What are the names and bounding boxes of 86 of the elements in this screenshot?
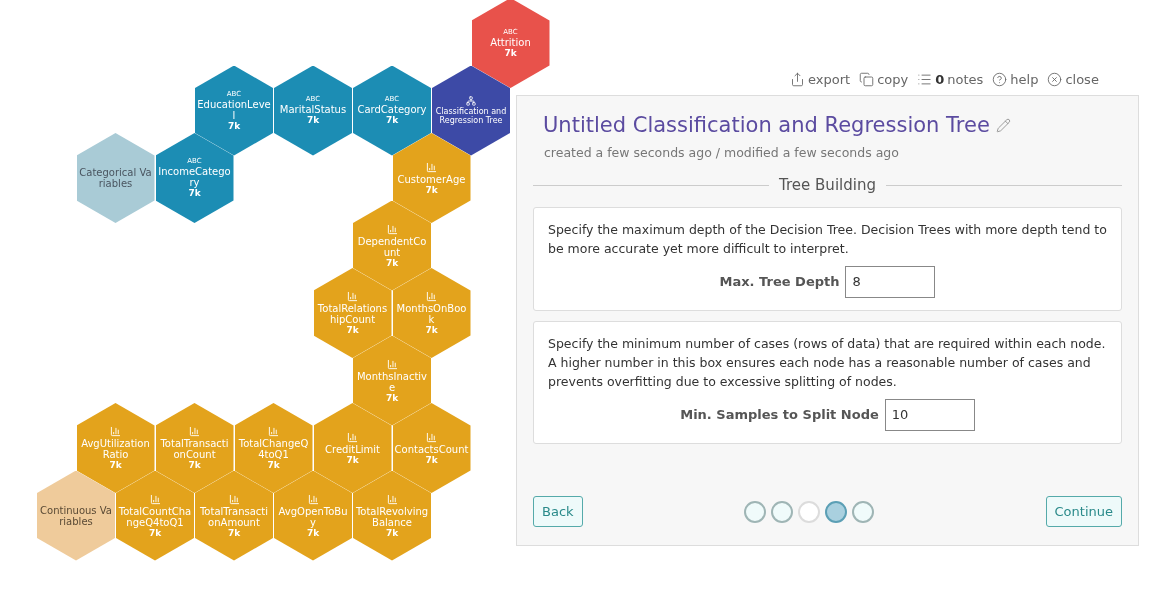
setting-description: Specify the minimum number of cases (rows of data) that are required within each node. A higher number in this box ensures each node has a reasonable number of cases and prevents overfitting due to excessive splitting of nodes. <box>548 334 1107 391</box>
variable-label: TotalCountChangeQ4toQ1 <box>118 505 192 528</box>
back-button[interactable]: Back <box>533 496 583 527</box>
bar-chart-icon <box>189 426 200 437</box>
bar-chart-icon <box>426 291 437 302</box>
notes-icon <box>917 72 933 88</box>
variable-label: CustomerAge <box>396 173 467 185</box>
copy-icon <box>859 72 875 88</box>
bar-chart-icon <box>268 426 279 437</box>
row-count: 7k <box>425 185 438 195</box>
row-count: 7k <box>188 461 201 470</box>
row-count: 7k <box>385 528 399 538</box>
toolbar-label: close <box>1065 71 1099 89</box>
variable-label: MaritalStatus <box>278 104 348 115</box>
row-count: 7k <box>227 528 241 538</box>
close-button[interactable]: close <box>1047 70 1099 90</box>
variable-label: TotalTransactionAmount <box>198 505 270 528</box>
variable-label: TotalTransactionCount <box>159 438 230 460</box>
variable-label: MonthsOnBook <box>395 303 468 325</box>
row-count: 7k <box>385 393 399 403</box>
edit-icon[interactable] <box>995 118 1011 134</box>
toolbar-label: notes <box>947 71 984 89</box>
number-field[interactable]: 10 <box>884 398 975 431</box>
setting-description: Specify the maximum depth of the Decision Tree. Decision Trees with more depth tend to be more accurate yet more difficult to interpret. <box>548 220 1107 258</box>
variable-label: CardCategory <box>356 104 428 115</box>
row-count: 7k <box>385 116 399 125</box>
toolbar-label: help <box>1010 71 1039 89</box>
variable-label: Categorical Variables <box>78 167 153 189</box>
timestamps: created a few seconds ago / modified a few seconds ago <box>543 143 900 162</box>
bar-chart-icon <box>149 493 161 505</box>
row-count: 7k <box>385 258 399 268</box>
copy-button[interactable]: copy <box>859 70 909 90</box>
section-heading: Tree Building <box>779 175 876 197</box>
variable-label: TotalRelationshipCount <box>316 303 389 325</box>
row-count: 7k <box>267 461 280 470</box>
export-button[interactable]: export <box>790 70 851 90</box>
continue-button[interactable]: Continue <box>1045 496 1122 527</box>
bar-chart-icon <box>426 161 437 173</box>
bar-chart-icon <box>307 493 319 505</box>
export-icon <box>790 72 805 88</box>
variable-label: TotalRevolvingBalance <box>355 505 429 528</box>
bar-chart-icon <box>110 426 121 437</box>
variable-label: EducationLevel <box>197 98 271 121</box>
row-count: 7k <box>346 326 359 335</box>
variable-label: AvgOpenToBuy <box>277 505 349 528</box>
notes-button[interactable]: 0 notes <box>917 70 984 90</box>
row-count: 7k <box>188 189 201 198</box>
toolbar-label: export <box>808 71 851 89</box>
field-label: Min. Samples to Split Node <box>680 406 879 424</box>
row-count: 7k <box>425 326 438 335</box>
bar-chart-icon <box>426 431 437 443</box>
bar-chart-icon <box>386 493 398 505</box>
variable-label: ContactsCount <box>394 443 469 455</box>
tree-icon <box>466 96 476 106</box>
group-hex[interactable]: Categorical Variables <box>76 133 155 223</box>
row-count: 7k <box>504 48 517 58</box>
notes-count: 0 <box>935 71 945 89</box>
row-count: 7k <box>227 121 241 131</box>
field-label: Max. Tree Depth <box>719 273 840 291</box>
close-icon <box>1047 72 1063 88</box>
row-count: 7k <box>109 461 122 470</box>
variable-label: Classification and Regression Tree <box>434 107 508 125</box>
variable-label: CreditLimit <box>324 443 381 455</box>
model-title: Untitled Classification and Regression Tree <box>543 112 990 139</box>
help-icon <box>992 72 1008 88</box>
variable-label: TotalChangeQ4toQ1 <box>237 438 310 460</box>
toolbar-label: copy <box>877 71 909 89</box>
number-field[interactable]: 8 <box>845 265 936 298</box>
bar-chart-icon <box>347 431 358 443</box>
row-count: 7k <box>306 528 320 538</box>
row-count: 7k <box>306 116 320 125</box>
group-hex[interactable]: Continuous Variables <box>37 470 115 561</box>
row-count: 7k <box>425 455 438 465</box>
variable-label: AvgUtilizationRatio <box>80 438 151 460</box>
bar-chart-icon <box>347 291 358 302</box>
variable-label: Attrition <box>489 36 532 48</box>
variable-label: Continuous Variables <box>39 504 113 527</box>
help-button[interactable]: help <box>992 70 1039 90</box>
variable-label: MonthsInactive <box>355 370 429 393</box>
row-count: 7k <box>346 455 359 465</box>
variable-label: IncomeCategory <box>157 166 232 188</box>
bar-chart-icon <box>386 358 398 370</box>
row-count: 7k <box>148 528 162 538</box>
bar-chart-icon <box>386 223 398 235</box>
variable-label: DependentCount <box>356 235 428 258</box>
bar-chart-icon <box>228 493 240 505</box>
